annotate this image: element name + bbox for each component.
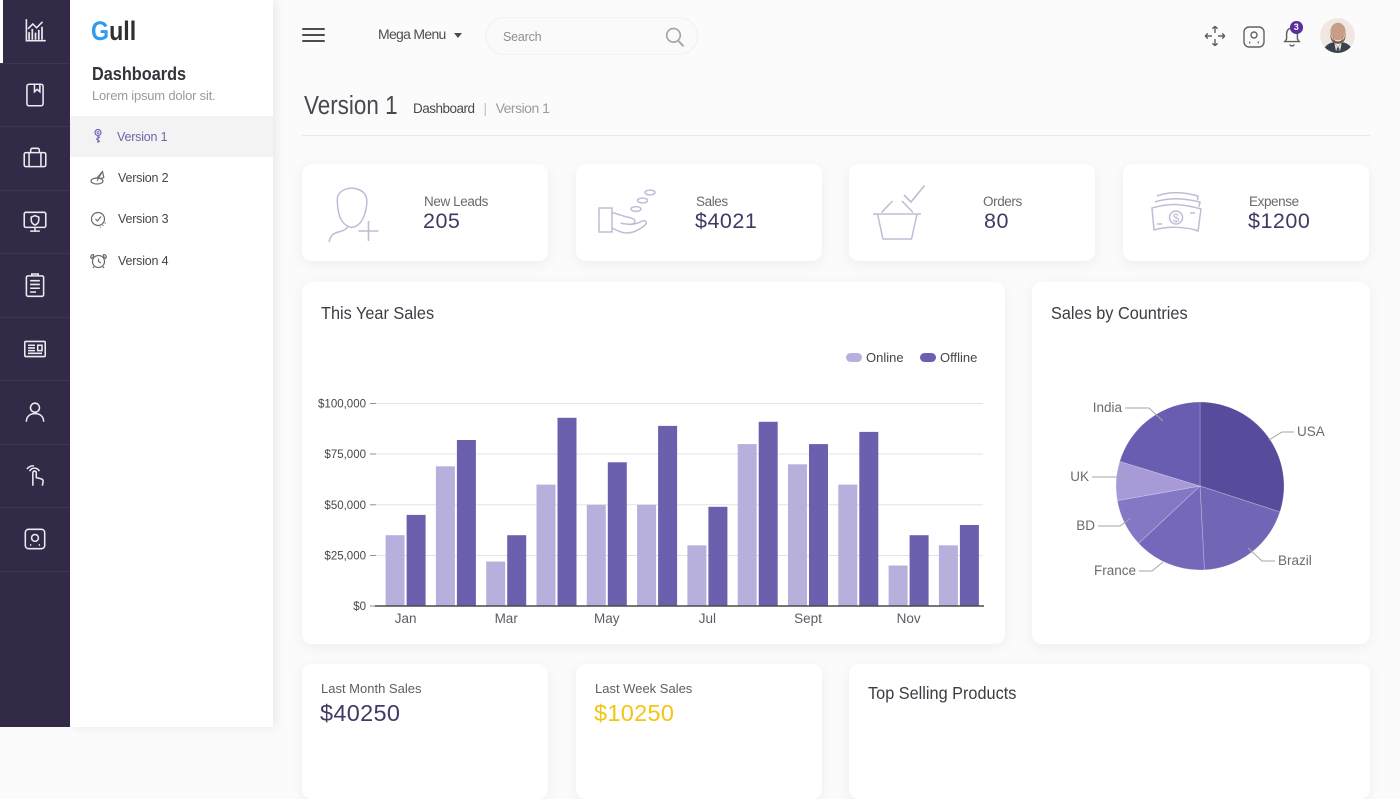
svg-text:USA: USA (1297, 424, 1325, 439)
svg-text:$100,000: $100,000 (318, 399, 366, 411)
svg-text:Jan: Jan (395, 611, 417, 626)
svg-text:Nov: Nov (897, 611, 921, 626)
svg-text:$0: $0 (353, 601, 366, 613)
svg-text:BD: BD (1076, 518, 1095, 533)
svg-text:Jul: Jul (699, 611, 716, 626)
svg-text:India: India (1093, 400, 1123, 415)
svg-text:Sept: Sept (794, 611, 822, 626)
svg-text:Online: Online (866, 350, 904, 365)
svg-text:$: $ (1173, 211, 1180, 225)
svg-text:May: May (594, 611, 620, 626)
svg-text:$50,000: $50,000 (324, 500, 366, 512)
svg-text:Brazil: Brazil (1278, 553, 1312, 568)
svg-text:$25,000: $25,000 (324, 551, 366, 563)
svg-text:Mar: Mar (495, 611, 519, 626)
svg-text:France: France (1094, 563, 1136, 578)
svg-text:UK: UK (1070, 469, 1089, 484)
svg-text:$75,000: $75,000 (324, 449, 366, 461)
svg-text:Offline: Offline (940, 350, 977, 365)
